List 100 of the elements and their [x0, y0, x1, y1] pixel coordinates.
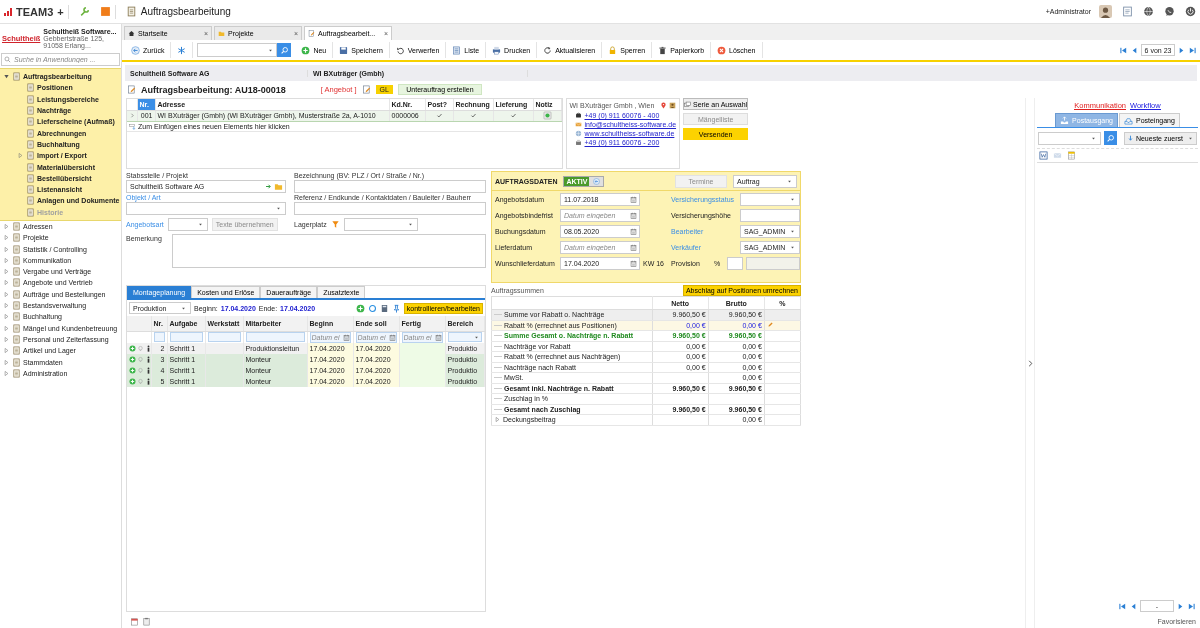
- map-pin-icon: [660, 102, 668, 109]
- filter-field[interactable]: [153, 332, 165, 342]
- lock-icon: [608, 45, 618, 55]
- sync-icon: [367, 303, 377, 313]
- power-icon: [1185, 6, 1196, 17]
- document-icon: [12, 312, 21, 322]
- dropdown[interactable]: [740, 193, 801, 206]
- document-icon: [12, 278, 21, 288]
- dropdown[interactable]: [167, 218, 208, 231]
- next-page-icon: [1176, 601, 1185, 611]
- tray-icon: [1123, 116, 1133, 125]
- dropdown[interactable]: [1038, 131, 1101, 145]
- last-page-icon: [1188, 45, 1197, 55]
- input-field[interactable]: [740, 209, 801, 222]
- trash-icon: [658, 45, 668, 55]
- new-row-icon: [129, 122, 136, 130]
- dropdown[interactable]: [126, 202, 286, 215]
- document-icon: [127, 85, 136, 94]
- input-field[interactable]: [294, 202, 486, 215]
- checkmark-icon[interactable]: [469, 111, 477, 119]
- calendar-icon: [630, 244, 637, 251]
- document-icon: [26, 185, 35, 195]
- note-icon[interactable]: [542, 111, 552, 120]
- app-logo: TEAM3: [16, 5, 54, 18]
- document-icon: [26, 106, 35, 116]
- search-button[interactable]: [1103, 131, 1117, 145]
- fax-icon: [574, 139, 582, 146]
- square-icon: [99, 6, 111, 17]
- edit-icon: [361, 85, 371, 94]
- window-title: Auftragsbearbeitung: [140, 6, 231, 17]
- caret-icon: [275, 205, 282, 212]
- refresh-icon: [543, 45, 553, 55]
- word-icon: [1039, 151, 1048, 160]
- search-icon: [4, 56, 11, 63]
- back-icon: [131, 45, 140, 55]
- filter-field[interactable]: [245, 332, 305, 342]
- document-icon: [125, 6, 137, 17]
- remarks-field[interactable]: [172, 234, 486, 268]
- document-icon: [26, 94, 35, 104]
- document-icon: [26, 139, 35, 149]
- calendar-icon: [630, 196, 637, 203]
- dropdown[interactable]: [343, 218, 418, 231]
- arrow-left-icon: [593, 177, 600, 185]
- document-icon: [26, 83, 35, 93]
- calendar-icon: [388, 333, 396, 341]
- filter-field[interactable]: [447, 332, 482, 342]
- calendar-icon: [434, 333, 442, 341]
- add-icon: [129, 344, 136, 352]
- logo-bars-icon: [4, 7, 12, 16]
- filter-field[interactable]: [207, 332, 241, 342]
- document-icon: [12, 323, 21, 333]
- printer-icon: [492, 45, 502, 55]
- undo-icon: [395, 45, 405, 55]
- calendar-icon: [630, 260, 637, 267]
- input-field[interactable]: [727, 257, 743, 270]
- save-icon: [339, 45, 349, 55]
- arrow-down-icon: [1126, 134, 1134, 142]
- document-icon: [12, 368, 21, 378]
- document-icon: [26, 128, 35, 138]
- expander-icon: [494, 416, 501, 424]
- info-icon: [145, 377, 150, 385]
- document-icon: [12, 233, 21, 243]
- filter-icon: [330, 220, 340, 229]
- filter-field[interactable]: [169, 332, 203, 342]
- expander-icon[interactable]: [3, 73, 10, 81]
- phone-icon: [574, 112, 582, 119]
- avatar-icon: [1099, 5, 1112, 18]
- document-icon: [12, 244, 21, 254]
- checkmark-icon[interactable]: [435, 111, 443, 119]
- row-pointer-icon: [129, 111, 136, 119]
- pin-icon: [391, 303, 401, 313]
- search-button[interactable]: [277, 43, 292, 57]
- order-title: Auftragsbearbeitung: AU18-00018: [141, 84, 286, 95]
- add-icon: [129, 366, 136, 374]
- document-icon: [26, 196, 35, 206]
- checkmark-icon[interactable]: [509, 111, 517, 119]
- clipboard-icon: [142, 616, 151, 626]
- globe-icon: [574, 130, 582, 137]
- calculator-icon: [379, 303, 389, 313]
- info-icon: [145, 366, 150, 374]
- calendar-icon: [342, 333, 350, 341]
- next-page-icon: [1177, 45, 1186, 55]
- document-icon: [26, 151, 35, 161]
- brand-plus: +: [57, 5, 64, 18]
- search-combo[interactable]: [197, 43, 278, 57]
- first-page-icon: [1119, 45, 1128, 55]
- search-icon: [1105, 133, 1115, 143]
- folder-icon: [274, 182, 283, 191]
- document-icon: [12, 267, 21, 277]
- input-field: [746, 257, 801, 270]
- document-icon: [26, 173, 35, 183]
- document-icon: [12, 357, 21, 367]
- document-icon: [26, 162, 35, 172]
- contact-card-icon: [669, 102, 677, 109]
- document-icon: [12, 301, 21, 311]
- document-icon: [308, 30, 315, 37]
- document-icon: [26, 207, 35, 217]
- document-icon: [12, 255, 21, 265]
- input-field[interactable]: [294, 180, 486, 193]
- globe-icon: [1143, 6, 1154, 17]
